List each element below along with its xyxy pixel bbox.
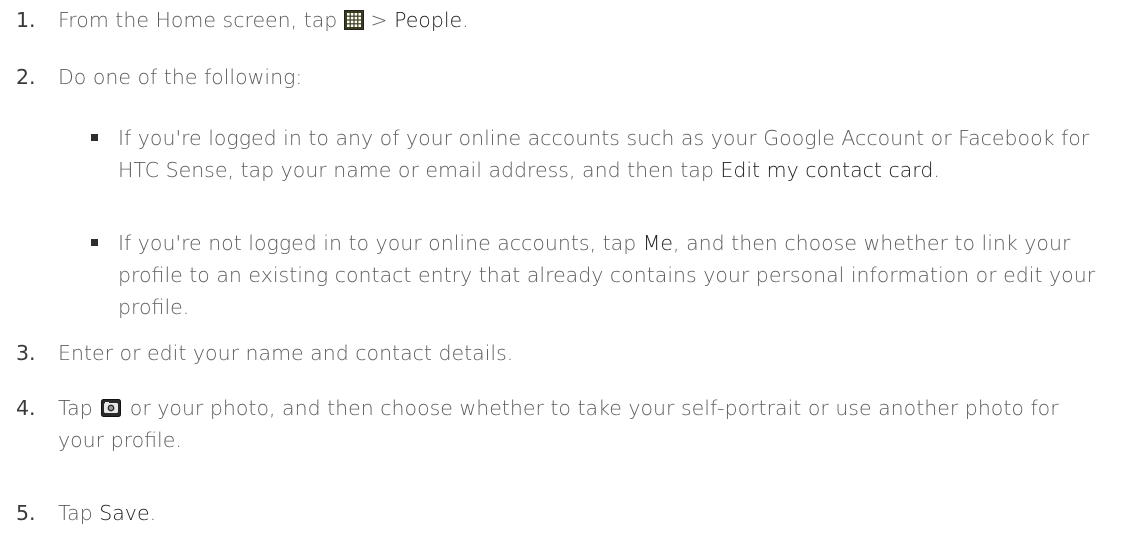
edit-contact-card-label: Edit my contact card xyxy=(720,158,934,182)
bullet-text-part: If you're not logged in to your online a… xyxy=(118,231,643,255)
bullet-text-part: . xyxy=(933,158,940,182)
instructions-document: 1. From the Home screen, tap > People. 2… xyxy=(0,0,1122,537)
step-text: From the Home screen, tap > People. xyxy=(58,4,1108,36)
step-number: 3. xyxy=(16,341,36,365)
step-text-part: > xyxy=(363,8,395,32)
step-text: Enter or edit your name and contact deta… xyxy=(58,341,514,365)
step-text-part: Tap xyxy=(58,396,93,420)
step-number: 4. xyxy=(16,396,36,420)
step-text-part: Tap xyxy=(58,501,100,525)
step-text: Do one of the following: xyxy=(58,65,303,89)
bullet-text: If you're logged in to any of your onlin… xyxy=(118,122,1108,186)
step-text-part: . xyxy=(462,8,469,32)
step-number: 2. xyxy=(16,65,36,89)
step-text-part: . xyxy=(149,501,157,525)
step-text-part: From the Home screen, tap xyxy=(58,8,338,32)
camera-icon xyxy=(101,399,122,417)
bullet-text: If you're not logged in to your online a… xyxy=(118,227,1108,323)
step-text: Tap or your photo, and then choose wheth… xyxy=(58,392,1108,456)
bullet-marker xyxy=(91,134,98,141)
save-label: Save xyxy=(99,501,150,525)
step-text-part: or your photo, and then choose whether t… xyxy=(58,396,1059,452)
step-number: 5. xyxy=(16,501,36,525)
step-text: Tap Save. xyxy=(58,497,1108,529)
step-number: 1. xyxy=(16,8,36,32)
me-label: Me xyxy=(642,231,674,255)
bullet-marker xyxy=(91,239,98,246)
all-apps-grid-icon xyxy=(343,10,364,30)
people-label: People xyxy=(394,8,463,32)
bullet-text-part: If you're logged in to any of your onlin… xyxy=(118,126,1090,182)
